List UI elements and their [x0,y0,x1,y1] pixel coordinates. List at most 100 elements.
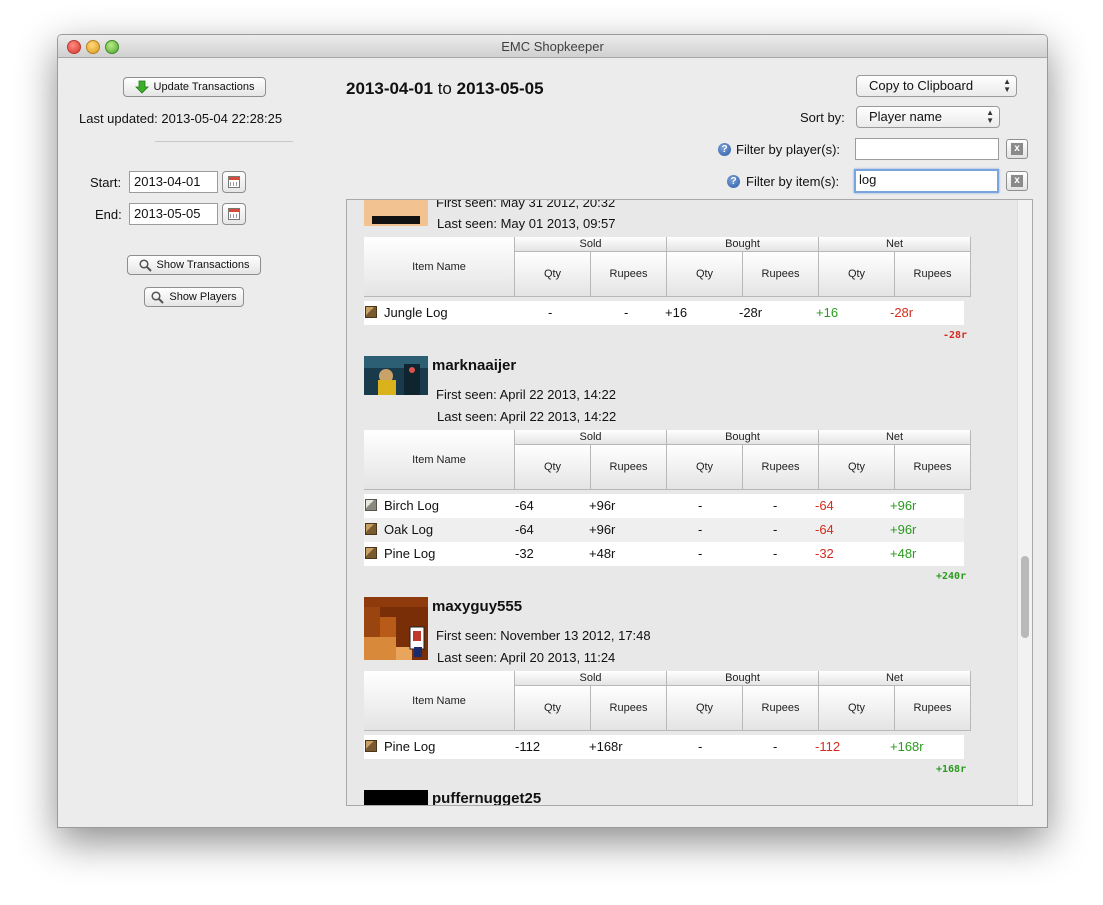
bought-rupees: - [773,739,778,754]
sold-rupees: +48r [589,546,616,561]
clear-players-filter-button[interactable]: x [1006,139,1028,159]
filter-players-input[interactable] [855,138,999,160]
first-seen-text: First seen: November 13 2012, 17:48 [436,628,651,643]
col-net-rupees[interactable]: Rupees [895,445,971,490]
sold-qty: -32 [515,546,534,561]
transactions-table: Item Name Sold Bought Net Qty Rupees Qty… [364,430,971,570]
transactions-table: Item Name Sold Bought Net Qty Rupees Qty… [364,237,971,367]
col-group-sold[interactable]: Sold [515,237,667,252]
pine-log-icon [365,547,377,559]
filter-items-input[interactable]: log [854,169,999,193]
player-avatar [364,200,428,226]
col-net-qty[interactable]: Qty [819,252,895,297]
update-transactions-label: Update Transactions [153,81,255,93]
clear-items-filter-button[interactable]: x [1006,171,1028,191]
vertical-scrollbar[interactable] [1017,200,1032,805]
first-seen-text: First seen: May 31 2012, 20:32 [436,199,616,210]
col-group-net[interactable]: Net [819,430,971,445]
col-sold-rupees[interactable]: Rupees [591,686,667,731]
net-rupees: -28r [890,305,914,320]
col-item-name[interactable]: Item Name [364,237,515,297]
pine-log-icon [365,740,377,752]
clear-icon: x [1011,143,1023,155]
title-bar[interactable]: EMC Shopkeeper [58,35,1047,58]
col-bought-qty[interactable]: Qty [667,686,743,731]
col-sold-qty[interactable]: Qty [515,252,591,297]
net-qty: -64 [815,498,834,513]
col-group-sold[interactable]: Sold [515,430,667,445]
player-total: +168r [936,764,967,775]
end-label: End: [95,207,122,222]
player-photo-avatar [364,356,428,395]
last-seen-text: Last seen: May 01 2013, 09:57 [437,216,616,231]
end-date-picker-button[interactable] [222,203,246,225]
show-players-button[interactable]: Show Players [144,287,244,307]
table-row[interactable]: Oak Log -64 +96r - - -64 +96r [364,518,964,542]
start-label: Start: [90,175,122,190]
table-row[interactable]: Birch Log -64 +96r - - -64 +96r [364,494,964,518]
col-sold-rupees[interactable]: Rupees [591,252,667,297]
col-net-rupees[interactable]: Rupees [895,686,971,731]
transactions-table: Item Name Sold Bought Net Qty Rupees Qty… [364,671,971,761]
last-seen-text: Last seen: April 22 2013, 14:22 [437,409,617,424]
help-icon[interactable]: ? [727,175,740,188]
sold-rupees: +168r [589,739,623,754]
sold-rupees: - [624,305,629,320]
table-row[interactable]: Pine Log -32 +48r - - -32 +48r [364,542,964,566]
net-qty: +16 [816,305,839,320]
results-scroll-pane[interactable]: First seen: May 31 2012, 20:32 Last seen… [346,199,1033,806]
col-item-name[interactable]: Item Name [364,671,515,731]
player-name: marknaaijer [432,357,517,374]
start-date-field[interactable]: 2013-04-01 [129,171,218,193]
col-group-net[interactable]: Net [819,671,971,686]
player-name: puffernugget25 [432,790,542,806]
show-transactions-button[interactable]: Show Transactions [127,255,261,275]
col-net-rupees[interactable]: Rupees [895,252,971,297]
col-group-sold[interactable]: Sold [515,671,667,686]
end-date-field[interactable]: 2013-05-05 [129,203,218,225]
col-bought-qty[interactable]: Qty [667,445,743,490]
col-bought-qty[interactable]: Qty [667,252,743,297]
sort-by-value: Player name [869,109,942,124]
col-item-name[interactable]: Item Name [364,430,515,490]
player-total: -28r [943,330,968,341]
table-row[interactable]: Jungle Log - - +16 -28r +16 -28r [364,301,964,325]
player-avatar [364,790,428,805]
date-from: 2013-04-01 [346,79,433,98]
bought-qty: - [698,522,703,537]
col-sold-qty[interactable]: Qty [515,445,591,490]
col-sold-qty[interactable]: Qty [515,686,591,731]
jungle-log-icon [365,306,377,318]
sort-by-label: Sort by: [800,110,845,125]
popup-arrows-icon: ▲ ▼ [986,108,994,125]
col-group-bought[interactable]: Bought [667,237,819,252]
divider [155,141,293,142]
player-avatar [364,597,428,660]
start-date-picker-button[interactable] [222,171,246,193]
last-seen-text: Last seen: April 20 2013, 11:24 [437,650,616,665]
bought-qty: - [698,739,703,754]
col-group-bought[interactable]: Bought [667,671,819,686]
sold-rupees: +96r [589,498,616,513]
col-net-qty[interactable]: Qty [819,445,895,490]
sort-by-select[interactable]: Player name ▲ ▼ [856,106,1000,128]
table-row[interactable]: Pine Log -112 +168r - - -112 +168r [364,735,964,759]
net-rupees: +168r [890,739,924,754]
oak-log-icon [365,523,377,535]
sold-rupees: +96r [589,522,616,537]
help-icon[interactable]: ? [718,143,731,156]
col-bought-rupees[interactable]: Rupees [743,445,819,490]
scrollbar-thumb[interactable] [1021,556,1029,638]
col-bought-rupees[interactable]: Rupees [743,252,819,297]
update-transactions-button[interactable]: Update Transactions [123,77,266,97]
col-group-bought[interactable]: Bought [667,430,819,445]
col-group-net[interactable]: Net [819,237,971,252]
col-bought-rupees[interactable]: Rupees [743,686,819,731]
player-skin-avatar [364,597,428,660]
bought-qty: - [698,498,703,513]
col-sold-rupees[interactable]: Rupees [591,445,667,490]
copy-to-clipboard-popup[interactable]: Copy to Clipboard ▲ ▼ [856,75,1017,97]
col-net-qty[interactable]: Qty [819,686,895,731]
bought-qty: - [698,546,703,561]
date-to-word: to [437,79,452,98]
